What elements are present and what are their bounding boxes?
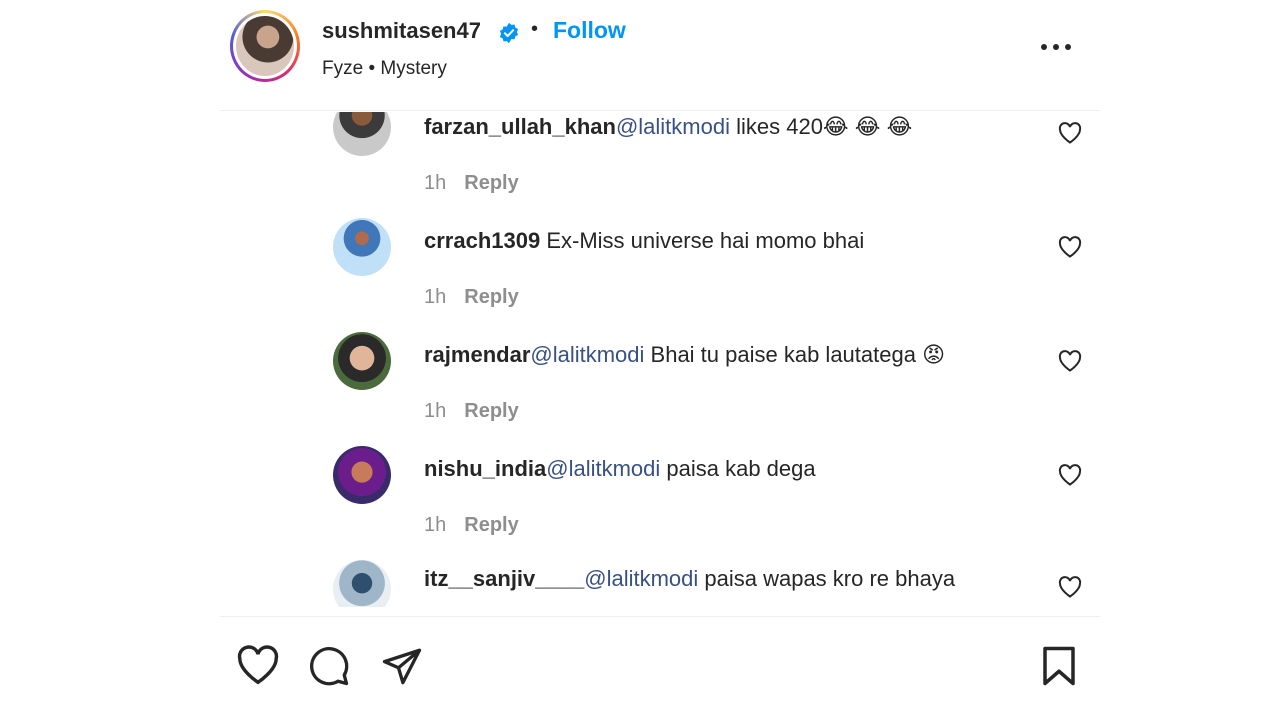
comment-time: 1h [424,172,447,194]
audio-subtitle[interactable]: Fyze • Mystery [322,58,447,80]
comment-like-heart-icon[interactable] [1058,350,1082,372]
comment-body: likes 420😂 😂 😂 [729,114,913,139]
comment-mention[interactable]: @lalitkmodi [546,456,660,481]
comment-body: paisa wapas kro re bhaya [698,566,956,591]
comment-text: crrach1309 Ex-Miss universe hai momo bha… [424,228,864,254]
comment-time: 1h [424,400,447,422]
comment-time: 1h [424,286,447,308]
comment-username[interactable]: itz__sanjiv____ [424,566,584,591]
comment-mention[interactable]: @lalitkmodi [530,342,644,367]
post-action-bar [220,617,1100,722]
share-icon[interactable] [380,645,424,687]
comment-item: rajmendar@lalitkmodi Bhai tu paise kab l… [220,332,1100,446]
comment-item: farzan_ullah_khan@lalitkmodi likes 420😂 … [220,112,1100,218]
post-username[interactable]: sushmitasen47 [322,18,481,44]
bookmark-icon[interactable] [1040,645,1078,687]
comment-username[interactable]: nishu_india [424,456,546,481]
comment-icon[interactable] [308,645,350,687]
commenter-avatar[interactable] [333,332,391,390]
comment-meta: 1h Reply [424,172,519,195]
reply-button[interactable]: Reply [464,400,518,422]
comment-meta: 1h Reply [424,514,519,537]
comment-item: crrach1309 Ex-Miss universe hai momo bha… [220,218,1100,332]
more-options-icon[interactable] [1035,34,1077,60]
reply-button[interactable]: Reply [464,286,518,308]
comment-text: farzan_ullah_khan@lalitkmodi likes 420😂 … [424,114,912,140]
comment-mention[interactable]: @lalitkmodi [584,566,698,591]
comment-text: nishu_india@lalitkmodi paisa kab dega [424,456,816,482]
commenter-avatar[interactable] [333,112,391,156]
verified-badge-icon [499,22,519,44]
reply-button[interactable]: Reply [464,172,518,194]
comment-meta: 1h Reply [424,286,519,309]
profile-avatar[interactable] [230,10,300,82]
comments-list[interactable]: farzan_ullah_khan@lalitkmodi likes 420😂 … [220,112,1100,607]
commenter-avatar[interactable] [333,218,391,276]
comment-text: rajmendar@lalitkmodi Bhai tu paise kab l… [424,342,945,368]
commenter-avatar[interactable] [333,446,391,504]
comment-like-heart-icon[interactable] [1058,576,1082,598]
comment-like-heart-icon[interactable] [1058,464,1082,486]
reply-button[interactable]: Reply [464,514,518,536]
comment-username[interactable]: rajmendar [424,342,530,367]
comment-mention[interactable]: @lalitkmodi [616,114,730,139]
comment-username[interactable]: farzan_ullah_khan [424,114,616,139]
comment-body: Ex-Miss universe hai momo bhai [540,228,865,253]
comment-like-heart-icon[interactable] [1058,236,1082,258]
comment-body: paisa kab dega [660,456,816,481]
comment-item: itz__sanjiv____@lalitkmodi paisa wapas k… [220,560,1100,607]
comment-item: nishu_india@lalitkmodi paisa kab dega 1h… [220,446,1100,560]
comment-time: 1h [424,514,447,536]
heart-icon[interactable] [236,645,280,685]
post-header: sushmitasen47 • Follow Fyze • Mystery [220,0,1100,111]
commenter-avatar[interactable] [333,560,391,607]
comment-text: itz__sanjiv____@lalitkmodi paisa wapas k… [424,566,955,592]
follow-button[interactable]: Follow [553,17,626,44]
comment-username[interactable]: crrach1309 [424,228,540,253]
header-separator: • [531,18,539,40]
comment-body: Bhai tu paise kab lautatega 😡 [644,342,945,367]
comment-meta: 1h Reply [424,400,519,423]
comment-like-heart-icon[interactable] [1058,122,1082,144]
